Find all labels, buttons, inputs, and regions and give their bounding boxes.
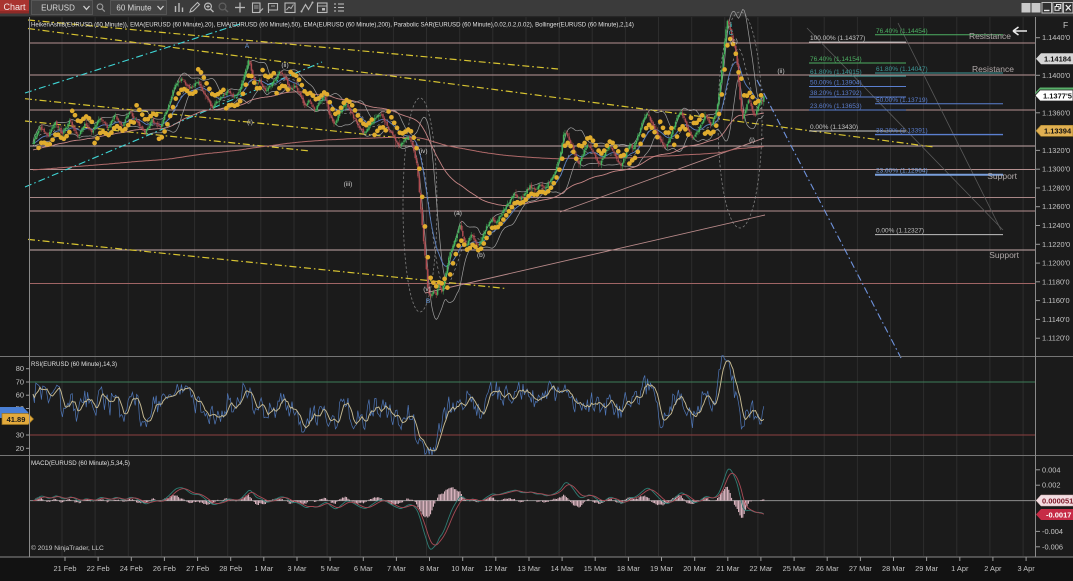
svg-text:18 Mar: 18 Mar <box>617 564 641 573</box>
svg-text:61.80% (1.14047): 61.80% (1.14047) <box>876 66 928 73</box>
svg-text:30: 30 <box>16 431 24 440</box>
svg-text:38.20% (1.13792): 38.20% (1.13792) <box>810 90 862 97</box>
svg-text:Resistance: Resistance <box>969 31 1011 41</box>
svg-text:1.1320'0: 1.1320'0 <box>1042 146 1070 155</box>
svg-text:RSI(EURUSD (60 Minute),14,3): RSI(EURUSD (60 Minute),14,3) <box>31 361 117 368</box>
svg-text:(ii): (ii) <box>777 68 784 75</box>
svg-text:23.60% (1.12964): 23.60% (1.12964) <box>876 168 928 175</box>
svg-text:29 Mar: 29 Mar <box>915 564 939 573</box>
svg-text:1.1240'0: 1.1240'0 <box>1042 221 1070 230</box>
svg-text:10 Mar: 10 Mar <box>451 564 475 573</box>
svg-text:1.1180'0: 1.1180'0 <box>1042 277 1070 286</box>
svg-text:80: 80 <box>16 364 24 373</box>
svg-text:21 Mar: 21 Mar <box>716 564 740 573</box>
svg-text:(i): (i) <box>749 137 755 144</box>
svg-text:50.00% (1.13904): 50.00% (1.13904) <box>810 80 862 87</box>
svg-text:3 Mar: 3 Mar <box>288 564 307 573</box>
svg-text:21 Feb: 21 Feb <box>53 564 76 573</box>
svg-text:26 Mar: 26 Mar <box>816 564 840 573</box>
svg-text:13 Mar: 13 Mar <box>517 564 541 573</box>
svg-text:6 Mar: 6 Mar <box>354 564 373 573</box>
svg-text:61.80% (1.14015): 61.80% (1.14015) <box>810 69 862 76</box>
svg-text:22 Feb: 22 Feb <box>87 564 110 573</box>
svg-text:5 Mar: 5 Mar <box>321 564 340 573</box>
svg-text:28 Mar: 28 Mar <box>882 564 906 573</box>
svg-text:19 Mar: 19 Mar <box>650 564 674 573</box>
svg-text:Support: Support <box>987 171 1017 181</box>
svg-text:1.1280'0: 1.1280'0 <box>1042 183 1070 192</box>
svg-text:1.13394: 1.13394 <box>1044 127 1072 136</box>
svg-text:Resistance: Resistance <box>972 64 1014 74</box>
svg-text:0.002: 0.002 <box>1042 481 1061 490</box>
svg-text:50.00% (1.13719): 50.00% (1.13719) <box>876 97 928 104</box>
svg-text:0.00% (1.12327): 0.00% (1.12327) <box>876 228 924 235</box>
svg-text:B: B <box>426 298 430 305</box>
svg-text:70: 70 <box>16 378 24 387</box>
svg-text:1.1140'0: 1.1140'0 <box>1042 315 1070 324</box>
svg-text:(v): (v) <box>423 286 431 293</box>
svg-text:1.1160'0: 1.1160'0 <box>1042 296 1070 305</box>
svg-text:1.14184: 1.14184 <box>1044 55 1072 64</box>
svg-text:8 Mar: 8 Mar <box>420 564 439 573</box>
svg-text:76.40% (1.14454): 76.40% (1.14454) <box>876 28 928 35</box>
svg-text:1.1120'0: 1.1120'0 <box>1042 334 1070 343</box>
svg-text:(a): (a) <box>454 210 462 217</box>
svg-text:F: F <box>1063 20 1068 30</box>
svg-text:(iii): (iii) <box>344 181 353 188</box>
svg-text:(c): (c) <box>730 38 738 45</box>
svg-text:1.1260'0: 1.1260'0 <box>1042 202 1070 211</box>
svg-text:12 Mar: 12 Mar <box>484 564 508 573</box>
svg-text:7 Mar: 7 Mar <box>387 564 406 573</box>
svg-text:1.1377'5: 1.1377'5 <box>1043 91 1072 100</box>
svg-text:27 Feb: 27 Feb <box>186 564 209 573</box>
svg-text:1.1300'0: 1.1300'0 <box>1042 165 1070 174</box>
svg-text:3 Apr: 3 Apr <box>1017 564 1035 573</box>
svg-text:1.1360'0: 1.1360'0 <box>1042 108 1070 117</box>
svg-text:22 Mar: 22 Mar <box>749 564 773 573</box>
svg-text:41.89: 41.89 <box>7 415 26 424</box>
svg-text:EURUSD: EURUSD <box>41 4 75 13</box>
svg-text:MACD(EURUSD (60 Minute),5,34,5: MACD(EURUSD (60 Minute),5,34,5) <box>31 460 130 467</box>
svg-text:Support: Support <box>989 250 1019 260</box>
svg-text:2 Apr: 2 Apr <box>984 564 1002 573</box>
svg-text:14 Mar: 14 Mar <box>551 564 575 573</box>
svg-text:1 Mar: 1 Mar <box>254 564 273 573</box>
svg-text:A: A <box>245 43 250 50</box>
svg-text:0.004: 0.004 <box>1042 465 1061 474</box>
svg-text:0.00% (1.13430): 0.00% (1.13430) <box>810 124 858 131</box>
svg-text:1.1200'0: 1.1200'0 <box>1042 259 1070 268</box>
svg-text:60: 60 <box>16 391 24 400</box>
svg-text:HeikenAshi8(EURUSD (60 Minute): HeikenAshi8(EURUSD (60 Minute)), EMA(EUR… <box>31 23 634 29</box>
svg-text:1.1220'0: 1.1220'0 <box>1042 240 1070 249</box>
svg-text:60 Minute: 60 Minute <box>116 4 152 13</box>
svg-text:-0.0017: -0.0017 <box>1046 511 1071 520</box>
svg-text:© 2019 NinjaTrader, LLC: © 2019 NinjaTrader, LLC <box>31 544 104 552</box>
svg-text:20 Mar: 20 Mar <box>683 564 707 573</box>
svg-text:100.00% (1.14377): 100.00% (1.14377) <box>810 35 865 42</box>
svg-text:1.1400'0: 1.1400'0 <box>1042 71 1070 80</box>
svg-text:(i): (i) <box>247 119 253 126</box>
svg-text:25 Mar: 25 Mar <box>783 564 807 573</box>
svg-text:23.60% (1.13653): 23.60% (1.13653) <box>810 103 862 110</box>
svg-text:27 Mar: 27 Mar <box>849 564 873 573</box>
svg-text:28 Feb: 28 Feb <box>219 564 242 573</box>
svg-text:15 Mar: 15 Mar <box>584 564 608 573</box>
svg-text:(iv): (iv) <box>418 148 427 155</box>
svg-text:24 Feb: 24 Feb <box>120 564 143 573</box>
svg-text:-0.004: -0.004 <box>1042 527 1063 536</box>
svg-text:0.0000519: 0.0000519 <box>1042 497 1073 506</box>
svg-text:Chart: Chart <box>3 2 26 12</box>
svg-text:ii: ii <box>730 22 733 29</box>
svg-text:(b): (b) <box>477 252 485 259</box>
svg-text:1.1440'0: 1.1440'0 <box>1042 33 1070 42</box>
svg-text:76.40% (1.14154): 76.40% (1.14154) <box>810 56 862 63</box>
svg-text:1 Apr: 1 Apr <box>951 564 969 573</box>
svg-text:20: 20 <box>16 444 24 453</box>
svg-text:26 Feb: 26 Feb <box>153 564 176 573</box>
svg-text:-0.006: -0.006 <box>1042 542 1063 551</box>
svg-text:38.20% (1.13391): 38.20% (1.13391) <box>876 128 928 135</box>
svg-text:C: C <box>729 30 734 37</box>
svg-text:(ii): (ii) <box>281 62 288 69</box>
